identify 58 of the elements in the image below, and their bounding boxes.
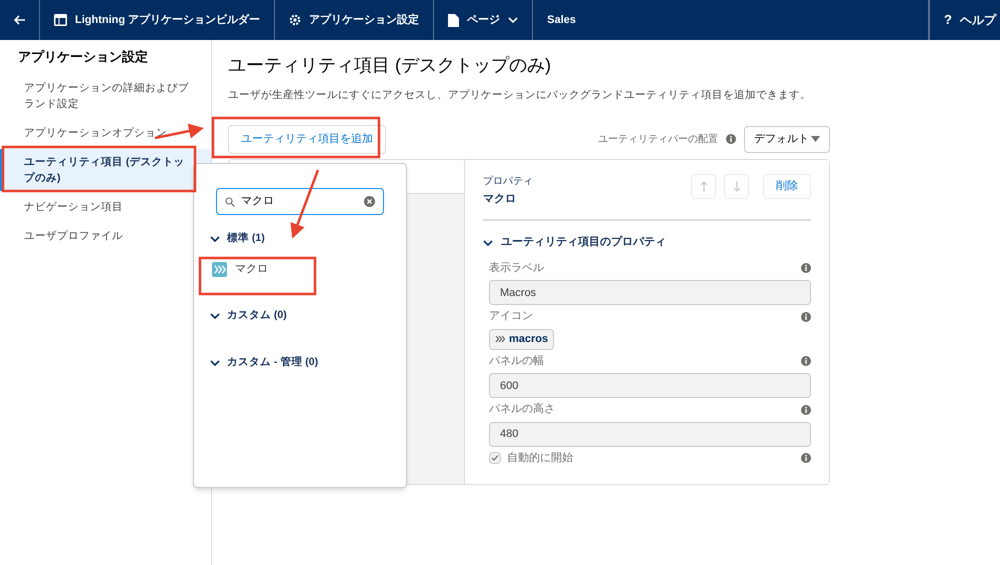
info-icon bbox=[801, 404, 811, 414]
properties-heading: プロパティ bbox=[483, 174, 533, 189]
chevron-icon[interactable] bbox=[483, 238, 493, 248]
clear-icon[interactable] bbox=[364, 196, 375, 207]
sidebar-item[interactable]: アプリケーションオプション bbox=[0, 120, 211, 146]
search-icon bbox=[225, 196, 235, 206]
info-icon bbox=[801, 453, 811, 463]
chevron-icon[interactable] bbox=[210, 234, 220, 244]
input-field[interactable]: Macros bbox=[489, 280, 811, 306]
arrow-down-icon bbox=[732, 180, 740, 192]
icon-picker-button[interactable]: macros bbox=[489, 328, 554, 350]
field-label: パネルの幅 bbox=[489, 354, 544, 369]
field-label: パネルの高さ bbox=[489, 402, 555, 418]
component-name: マクロ bbox=[483, 192, 517, 207]
group-title: カスタム (0) bbox=[227, 308, 287, 324]
info-icon bbox=[801, 356, 811, 366]
help-button[interactable]: ? ヘルプ bbox=[929, 0, 1000, 40]
input-field[interactable]: 480 bbox=[489, 422, 811, 447]
info-icon bbox=[801, 263, 811, 273]
sidebar-item[interactable]: アプリケーションの詳細およびブランド設定 bbox=[0, 74, 211, 116]
header-tab[interactable]: アプリケーション設定 bbox=[275, 0, 434, 40]
document-icon bbox=[448, 14, 460, 26]
section-title: ユーティリティ項目のプロパティ bbox=[501, 234, 666, 250]
add-utility-button[interactable]: ユーティリティ項目を追加 bbox=[228, 124, 386, 154]
back-arrow-icon bbox=[14, 15, 26, 25]
placement-label: ユーティリティバーの配置 bbox=[598, 132, 718, 147]
gear-icon bbox=[289, 14, 302, 26]
macro-icon bbox=[212, 262, 227, 276]
sidebar-item[interactable]: ユーティリティ項目 (デスクトップのみ) bbox=[0, 148, 211, 190]
field-label: 表示ラベル bbox=[489, 260, 544, 276]
chevrons-icon bbox=[495, 335, 505, 344]
group-title: 標準 (1) bbox=[227, 231, 265, 246]
chevron-down-icon bbox=[508, 16, 518, 24]
annotation-arrow bbox=[154, 124, 204, 140]
annotation-arrow bbox=[290, 170, 320, 239]
info-icon bbox=[801, 312, 811, 322]
help-icon: ? bbox=[944, 10, 952, 30]
layout-icon bbox=[54, 14, 67, 26]
info-icon bbox=[726, 134, 736, 144]
group-title: カスタム - 管理 (0) bbox=[227, 355, 318, 370]
placement-dropdown[interactable]: デフォルト bbox=[744, 126, 830, 153]
caret-icon bbox=[811, 136, 820, 142]
delete-button[interactable]: 削除 bbox=[763, 174, 811, 199]
sidebar-title: アプリケーション設定 bbox=[17, 48, 149, 66]
field-label: アイコン bbox=[489, 309, 533, 324]
page-title: ユーティリティ項目 (デスクトップのみ) bbox=[228, 54, 552, 77]
chevron-icon[interactable] bbox=[210, 311, 220, 322]
page-description: ユーザが生産性ツールにすぐにアクセスし、アプリケーションにバックグランドユーティリティ項目を追加できます。 bbox=[228, 88, 812, 103]
search-field[interactable]: マクロ bbox=[216, 188, 384, 215]
header-tab[interactable]: Sales bbox=[533, 0, 930, 40]
input-field[interactable]: 600 bbox=[489, 373, 811, 398]
chevron-icon[interactable] bbox=[210, 358, 220, 368]
checkbox-label: 自動的に開始 bbox=[507, 450, 573, 466]
arrow-up-icon bbox=[700, 180, 708, 192]
header-tab[interactable]: ページ bbox=[434, 0, 534, 40]
checkbox[interactable] bbox=[489, 452, 501, 464]
header-tab[interactable]: Lightning アプリケーションビルダー bbox=[40, 0, 276, 40]
component-item[interactable]: マクロ bbox=[212, 260, 384, 278]
